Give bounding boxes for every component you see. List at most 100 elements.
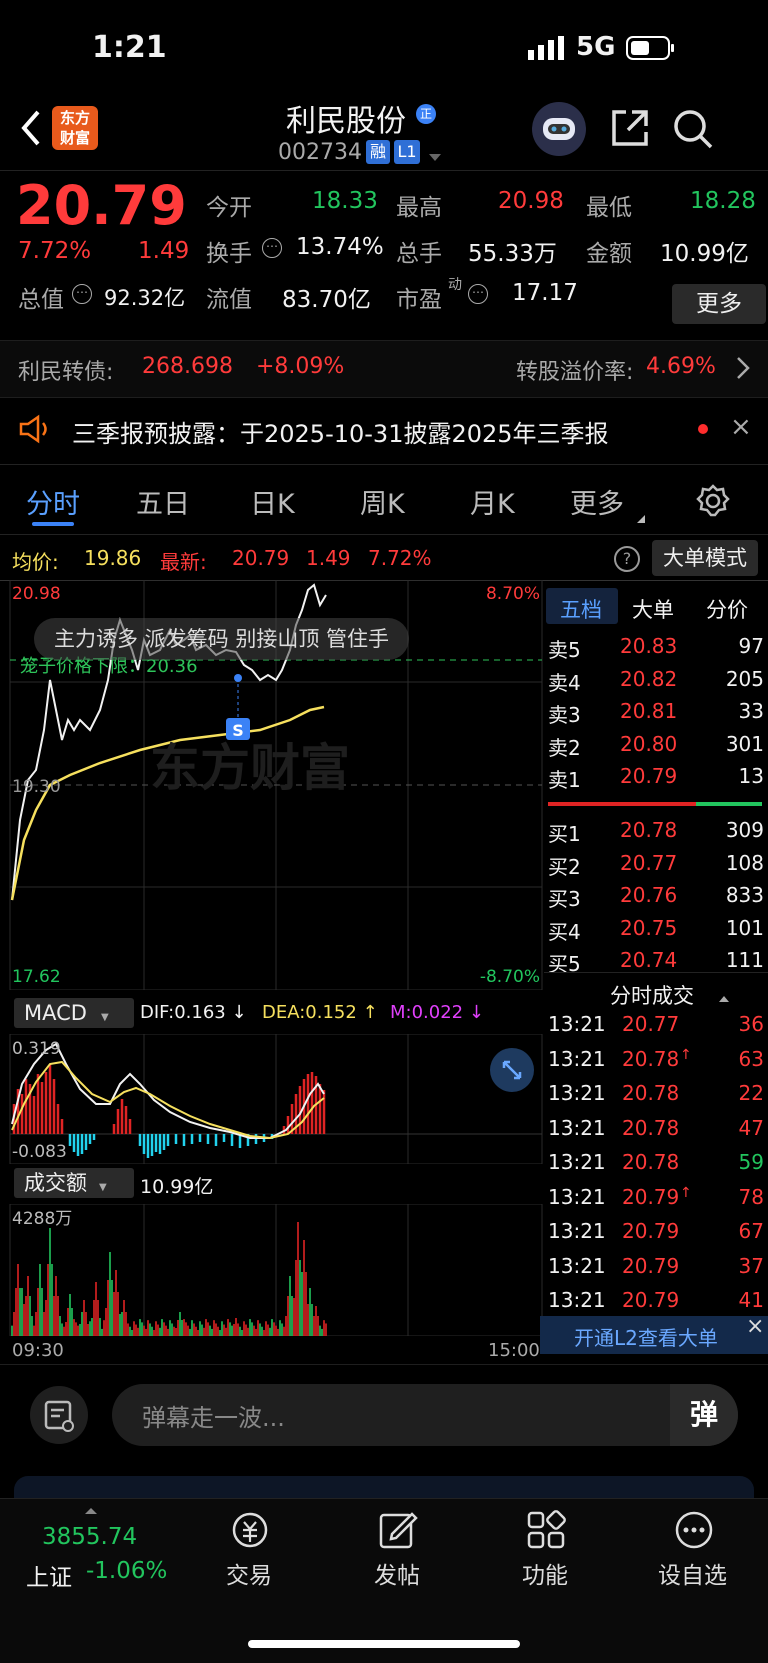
bid-row[interactable]: 买4 20.75 101 [548,916,764,948]
trade-arrow: ↑ [680,1046,692,1063]
macd-selector[interactable]: MACD ▼ [14,998,134,1028]
trade-price: 20.79 [622,1184,680,1209]
notice-text[interactable]: 三季报预披露：于2025-10-31披露2025年三季报 [72,414,609,449]
info-icon[interactable]: ⋯ [468,284,488,304]
tab-order-book[interactable]: 五档 [560,594,602,624]
trade-qty: 22 [738,1081,764,1105]
robot-assistant-icon[interactable] [532,102,586,156]
bid-label: 买1 [548,822,581,846]
search-icon[interactable] [672,108,714,154]
bid-price: 20.78 [620,818,678,842]
more-dots-icon[interactable] [674,1510,714,1554]
tab-daily-k[interactable]: 日K [250,482,295,521]
trade-time: 13:21 [548,1219,606,1243]
battery-icon [626,36,676,64]
trade-row: 13:21 20.78 59 [548,1150,764,1184]
trade-row: 13:21 20.78 ↑ 63 [548,1047,764,1081]
bid-row[interactable]: 买1 20.78 309 [548,818,764,850]
y-bottom-label: 17.62 [12,967,61,987]
pct-top-label: 8.70% [486,584,540,604]
pe-label: 市盈 [396,287,442,313]
post-icon[interactable] [378,1510,418,1554]
bid-qty: 101 [725,915,764,940]
chevron-right-icon [736,356,750,384]
open-label: 今开 [206,195,252,221]
share-icon[interactable] [610,108,650,152]
signal-icon [528,36,568,64]
close-icon[interactable]: × [730,412,752,442]
trade-icon[interactable] [228,1510,272,1554]
app-logo[interactable]: 东方 财富 [52,106,98,150]
tab-intraday[interactable]: 分时 [26,482,80,521]
ask-row[interactable]: 卖3 20.81 33 [548,699,764,731]
latest-change: 1.49 [306,546,351,570]
info-icon[interactable]: ⋯ [262,238,282,258]
bid-label: 买4 [548,919,581,944]
premium-value: 4.69% [646,354,716,379]
premium-label: 转股溢价率: [516,360,634,385]
nav-post-label[interactable]: 发帖 [374,1556,420,1590]
trade-row: 13:21 20.79 37 [548,1254,764,1288]
trade-qty: 78 [738,1184,764,1209]
trades-title[interactable]: 分时成交 [610,980,694,1010]
pct-bottom-label: -8.70% [480,967,540,987]
trade-qty: 59 [738,1150,764,1174]
trade-price: 20.79 [622,1253,680,1278]
trade-qty: 63 [738,1046,764,1071]
tab-monthly-k[interactable]: 月K [470,482,515,521]
nav-functions-label[interactable]: 功能 [522,1556,568,1590]
notes-icon[interactable] [30,1386,88,1444]
ask-row[interactable]: 卖5 20.83 97 [548,634,764,666]
macd-y-top: 0.319 [12,1039,61,1059]
low-label: 最低 [586,195,632,221]
macd-chart[interactable]: 0.319 -0.083 [0,1034,544,1164]
close-icon[interactable]: × [746,1314,764,1339]
tab-price-distribution[interactable]: 分价 [706,594,748,624]
trade-row: 13:21 20.79 67 [548,1219,764,1253]
functions-icon[interactable] [526,1510,566,1554]
danmaku-bubble[interactable]: 主力诱多 派发筹码 别接山顶 管住手 [34,618,410,660]
bid-row[interactable]: 买2 20.77 108 [548,851,764,883]
tab-five-day[interactable]: 五日 [136,482,190,521]
caret-up-icon [84,1500,98,1519]
ask-row[interactable]: 卖1 20.79 13 [548,764,764,796]
big-order-mode-button[interactable]: 大单模式 [652,540,758,576]
tab-big-orders[interactable]: 大单 [632,594,674,624]
l2-banner-text[interactable]: 开通L2查看大单 [574,1322,718,1351]
stock-code: 002734 [278,140,362,165]
ask-price: 20.83 [620,634,678,658]
trade-arrow: ↑ [680,1184,692,1201]
tab-weekly-k[interactable]: 周K [360,482,405,521]
ask-price: 20.82 [620,666,678,691]
volume-selector[interactable]: 成交额 ▼ [14,1168,134,1198]
index-name[interactable]: 上证 [26,1558,72,1592]
ask-row[interactable]: 卖2 20.80 301 [548,732,764,764]
ask-row[interactable]: 卖4 20.82 205 [548,667,764,699]
danmu-toggle-button[interactable]: 弹 [670,1384,738,1446]
chevron-down-icon[interactable] [428,148,442,167]
help-icon[interactable]: ? [614,546,640,572]
bid-price: 20.77 [620,850,678,875]
index-change[interactable]: -1.06% [86,1558,167,1584]
back-button[interactable] [18,108,42,152]
more-button[interactable]: 更多 [672,284,766,324]
nav-trade-label[interactable]: 交易 [226,1556,272,1590]
nav-watchlist-label[interactable]: 设自选 [658,1556,727,1590]
volume-chart[interactable]: 4288万 [0,1204,544,1336]
trade-time: 13:21 [548,1012,606,1036]
index-value[interactable]: 3855.74 [42,1524,137,1550]
float-value: 83.70亿 [282,287,371,313]
bid-row[interactable]: 买5 20.74 111 [548,948,764,980]
settings-icon[interactable] [696,484,730,522]
y-top-label: 20.98 [12,584,61,604]
volume-label: 总手 [396,241,442,267]
trade-time: 13:21 [548,1253,606,1278]
info-icon[interactable]: ⋯ [72,284,92,304]
high-label: 最高 [396,195,442,221]
tab-more[interactable]: 更多 [570,482,624,521]
trade-price: 20.78 [622,1046,680,1071]
bid-row[interactable]: 买3 20.76 833 [548,883,764,915]
ask-qty: 301 [725,731,764,756]
fullscreen-icon[interactable] [490,1048,534,1092]
trade-qty: 41 [738,1288,764,1312]
